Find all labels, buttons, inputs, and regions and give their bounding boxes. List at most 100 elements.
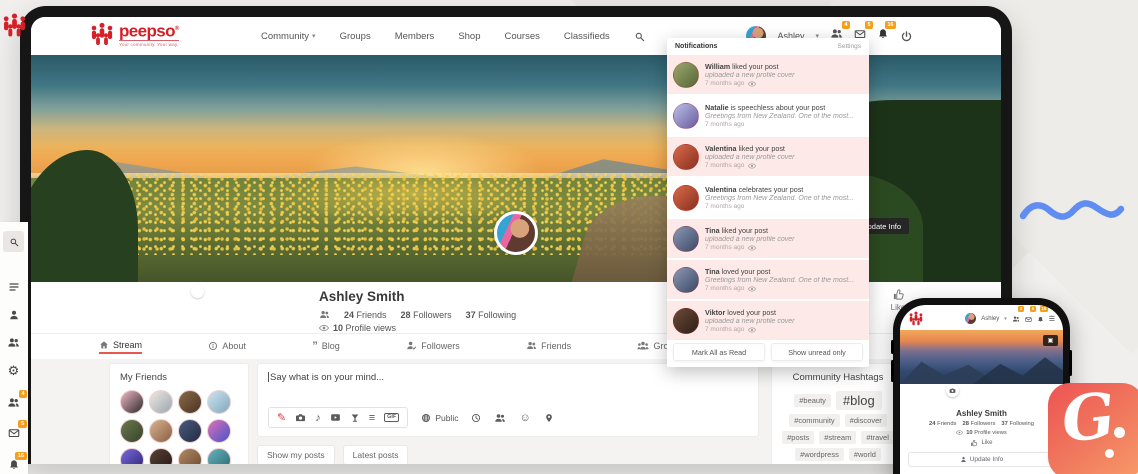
profile-views: 10 Profile views [319, 323, 396, 333]
friend-avatar[interactable] [149, 390, 173, 414]
friends-icon [7, 396, 20, 409]
nav-link-courses[interactable]: Courses [505, 31, 540, 42]
video-icon[interactable] [330, 412, 341, 423]
person-check-icon [406, 340, 417, 351]
poll-list-icon[interactable]: ≡ [369, 413, 375, 423]
person-icon [960, 456, 967, 463]
hashtag[interactable]: #travel [861, 431, 894, 444]
friend-avatar[interactable] [207, 419, 231, 443]
hashtag[interactable]: #stream [819, 431, 856, 444]
filter-latest-posts[interactable]: Latest posts [343, 445, 409, 464]
friend-avatar[interactable] [149, 419, 173, 443]
tag-friends-icon[interactable] [494, 412, 506, 424]
privacy-selector[interactable]: Public [421, 413, 458, 423]
thumb-up-icon [892, 288, 905, 301]
tab-friends[interactable]: Friends [526, 340, 571, 353]
rail-messages-button[interactable]: 5 [3, 424, 24, 445]
hashtag[interactable]: #discover [845, 414, 887, 427]
phone-cover-photo: ▣ [900, 330, 1063, 384]
rail-search-button[interactable] [3, 231, 24, 252]
profile-name: Ashley Smith [900, 409, 1063, 418]
notifications-button[interactable]: 16 [1037, 310, 1044, 328]
profile-avatar[interactable] [494, 211, 538, 255]
friends-icon [319, 309, 330, 320]
hamburger-menu-icon[interactable]: ☰ [1049, 315, 1055, 323]
text-cursor [268, 372, 269, 382]
tab-followers[interactable]: Followers [406, 340, 460, 353]
notification-item[interactable]: Natalie is speechless about your postGre… [667, 96, 869, 135]
hashtag[interactable]: #world [849, 448, 881, 461]
friend-avatar[interactable] [120, 390, 144, 414]
search-icon[interactable] [634, 31, 645, 42]
hashtag[interactable]: #beauty [794, 394, 831, 407]
friend-avatar[interactable] [120, 419, 144, 443]
rail-friend-requests-button[interactable]: 4 [3, 394, 24, 415]
rail-settings-button[interactable]: ⚙ [3, 360, 24, 381]
avatar[interactable] [965, 313, 976, 324]
tab-blog[interactable]: ”Blog [312, 340, 340, 354]
hashtag[interactable]: #wordpress [795, 448, 844, 461]
composer-placeholder[interactable]: Say what is on your mind... [268, 372, 748, 383]
like-button[interactable]: Like [900, 439, 1063, 447]
notification-item[interactable]: Valentina liked your postuploaded a new … [667, 137, 869, 176]
friend-avatar[interactable] [178, 448, 202, 464]
show-unread-only-button[interactable]: Show unread only [771, 343, 863, 361]
hashtag[interactable]: #blog [836, 391, 882, 410]
mood-icon[interactable] [350, 413, 360, 423]
cover-photo-icon[interactable]: ▣ [1043, 335, 1058, 346]
update-info-button[interactable]: Update Info [908, 452, 1055, 467]
bell-icon [877, 28, 889, 40]
notification-item[interactable]: Tina liked your postuploaded a new profi… [667, 219, 869, 258]
friend-avatar[interactable] [178, 419, 202, 443]
photo-upload-icon[interactable] [295, 412, 306, 423]
change-avatar-button[interactable] [191, 285, 204, 298]
peepso-logo-icon[interactable] [908, 311, 924, 326]
notification-item[interactable]: William liked your postuploaded a new pr… [667, 55, 869, 94]
write-post-icon[interactable]: ✎ [277, 413, 286, 423]
filter-show-my-posts[interactable]: Show my posts [257, 445, 335, 464]
nav-link-members[interactable]: Members [395, 31, 435, 42]
emoji-icon[interactable]: ☺ [519, 413, 530, 423]
notification-item[interactable]: Tina loved your postGreetings from New Z… [667, 260, 869, 299]
peepso-logo[interactable]: peepso® Your community. Your way. [89, 22, 179, 47]
following-stat[interactable]: 37 Following [466, 310, 517, 320]
friend-avatar[interactable] [120, 448, 144, 464]
gif-icon[interactable]: GIF [384, 413, 399, 422]
audio-icon[interactable]: ♪ [315, 413, 321, 423]
peepso-rail-logo-icon[interactable] [1, 12, 28, 38]
hashtag[interactable]: #posts [782, 431, 814, 444]
followers-stat[interactable]: 28 Followers [401, 310, 452, 320]
location-icon[interactable] [544, 413, 554, 423]
hashtag[interactable]: #community [789, 414, 839, 427]
notifications-button[interactable]: 16 [877, 27, 889, 45]
mark-all-read-button[interactable]: Mark All as Read [673, 343, 765, 361]
tab-about[interactable]: About [208, 341, 246, 353]
schedule-icon[interactable] [471, 413, 481, 423]
messages-badge: 5 [18, 420, 26, 428]
friend-avatar[interactable] [178, 390, 202, 414]
nav-link-community[interactable]: Community▾ [261, 31, 316, 42]
rail-notifications-button[interactable]: 16 [3, 456, 24, 474]
messages-button[interactable]: 5 [1025, 310, 1032, 328]
bell-icon [1037, 316, 1044, 323]
post-composer[interactable]: Say what is on your mind... ✎ ♪ ≡ GIF [257, 363, 759, 437]
logout-icon[interactable] [900, 30, 913, 43]
rail-profile-button[interactable] [3, 304, 24, 325]
rail-stream-button[interactable] [3, 276, 24, 297]
friend-requests-button[interactable]: 4 [1012, 310, 1020, 328]
friends-stat[interactable]: 24 Friends [344, 310, 387, 320]
phone-screen: Ashley ▾ 4 5 16 ☰ ▣ Ashley Smith 24 Frie… [900, 305, 1063, 474]
notification-item[interactable]: Viktor loved your postuploaded a new pro… [667, 301, 869, 340]
friend-avatar[interactable] [207, 448, 231, 464]
nav-link-groups[interactable]: Groups [340, 31, 371, 42]
nav-link-shop[interactable]: Shop [458, 31, 480, 42]
change-avatar-button[interactable] [946, 384, 959, 397]
notification-item[interactable]: Valentina celebrates your postGreetings … [667, 178, 869, 217]
friend-avatar[interactable] [149, 448, 173, 464]
friend-avatar[interactable] [207, 390, 231, 414]
rail-members-button[interactable] [3, 332, 24, 353]
user-menu[interactable]: Ashley [981, 316, 999, 322]
nav-link-classifieds[interactable]: Classifieds [564, 31, 610, 42]
notifications-settings-link[interactable]: Settings [838, 43, 862, 50]
tab-stream[interactable]: Stream [99, 340, 142, 354]
